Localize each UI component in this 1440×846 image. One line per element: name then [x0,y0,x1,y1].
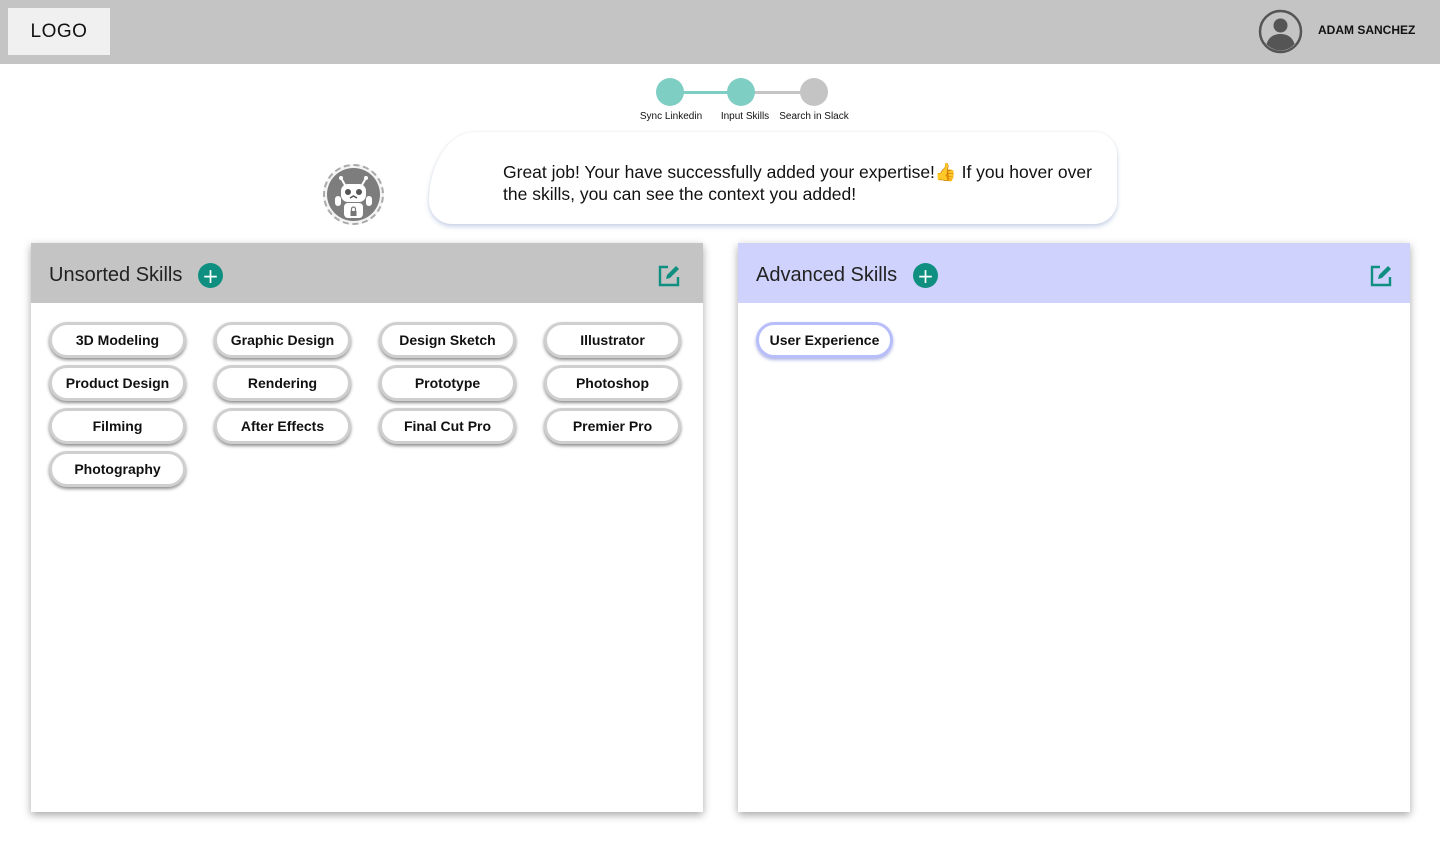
skill-chip[interactable]: Illustrator [544,322,681,358]
step-dot-search-in-slack[interactable] [800,78,828,106]
robot-icon [327,168,380,221]
user-avatar-icon[interactable] [1258,9,1303,54]
add-unsorted-skill-button[interactable]: + [198,263,223,288]
skill-chip[interactable]: Photography [49,451,186,487]
advanced-skills-header: Advanced Skills + [738,243,1410,303]
skill-chip[interactable]: Graphic Design [214,322,351,358]
skill-chip[interactable]: User Experience [756,322,893,358]
assistant-message-part1: Great job! Your have successfully added … [503,162,935,182]
skill-chip[interactable]: Rendering [214,365,351,401]
user-name[interactable]: ADAM SANCHEZ [1318,23,1415,37]
step-label-input-skills: Input Skills [720,111,770,122]
advanced-skills-title: Advanced Skills [756,264,898,286]
skill-chip[interactable]: 3D Modeling [49,322,186,358]
step-label-search-in-slack: Search in Slack [779,111,849,122]
thumbs-up-icon: 👍 [934,162,957,182]
skill-chip[interactable]: Prototype [379,365,516,401]
progress-stepper: Sync Linkedin Input Skills Search in Sla… [640,78,860,126]
step-dot-input-skills[interactable] [727,78,755,106]
skill-chip[interactable]: Final Cut Pro [379,408,516,444]
advanced-skills-panel: Advanced Skills + User Experience [738,243,1410,812]
skill-chip[interactable]: Premier Pro [544,408,681,444]
unsorted-skills-title: Unsorted Skills [49,264,183,286]
edit-icon[interactable] [1369,264,1393,288]
edit-icon[interactable] [657,264,681,288]
skill-chip[interactable]: Product Design [49,365,186,401]
unsorted-skills-panel: Unsorted Skills + 3D Modeling Graphic Des… [31,243,703,812]
assistant-message-bubble: Great job! Your have successfully added … [429,132,1117,224]
add-advanced-skill-button[interactable]: + [913,263,938,288]
bot-avatar [323,164,384,225]
logo[interactable]: LOGO [8,8,110,55]
skill-chip[interactable]: Filming [49,408,186,444]
unsorted-skills-header: Unsorted Skills + [31,243,703,303]
step-label-sync-linkedin: Sync Linkedin [639,111,703,122]
skill-chip[interactable]: After Effects [214,408,351,444]
skill-chip[interactable]: Design Sketch [379,322,516,358]
step-dot-sync-linkedin[interactable] [656,78,684,106]
assistant-message: Great job! Your have successfully added … [503,161,1093,205]
step-connector-2 [754,91,802,94]
top-bar: LOGO ADAM SANCHEZ [0,0,1440,64]
skill-chip[interactable]: Photoshop [544,365,681,401]
